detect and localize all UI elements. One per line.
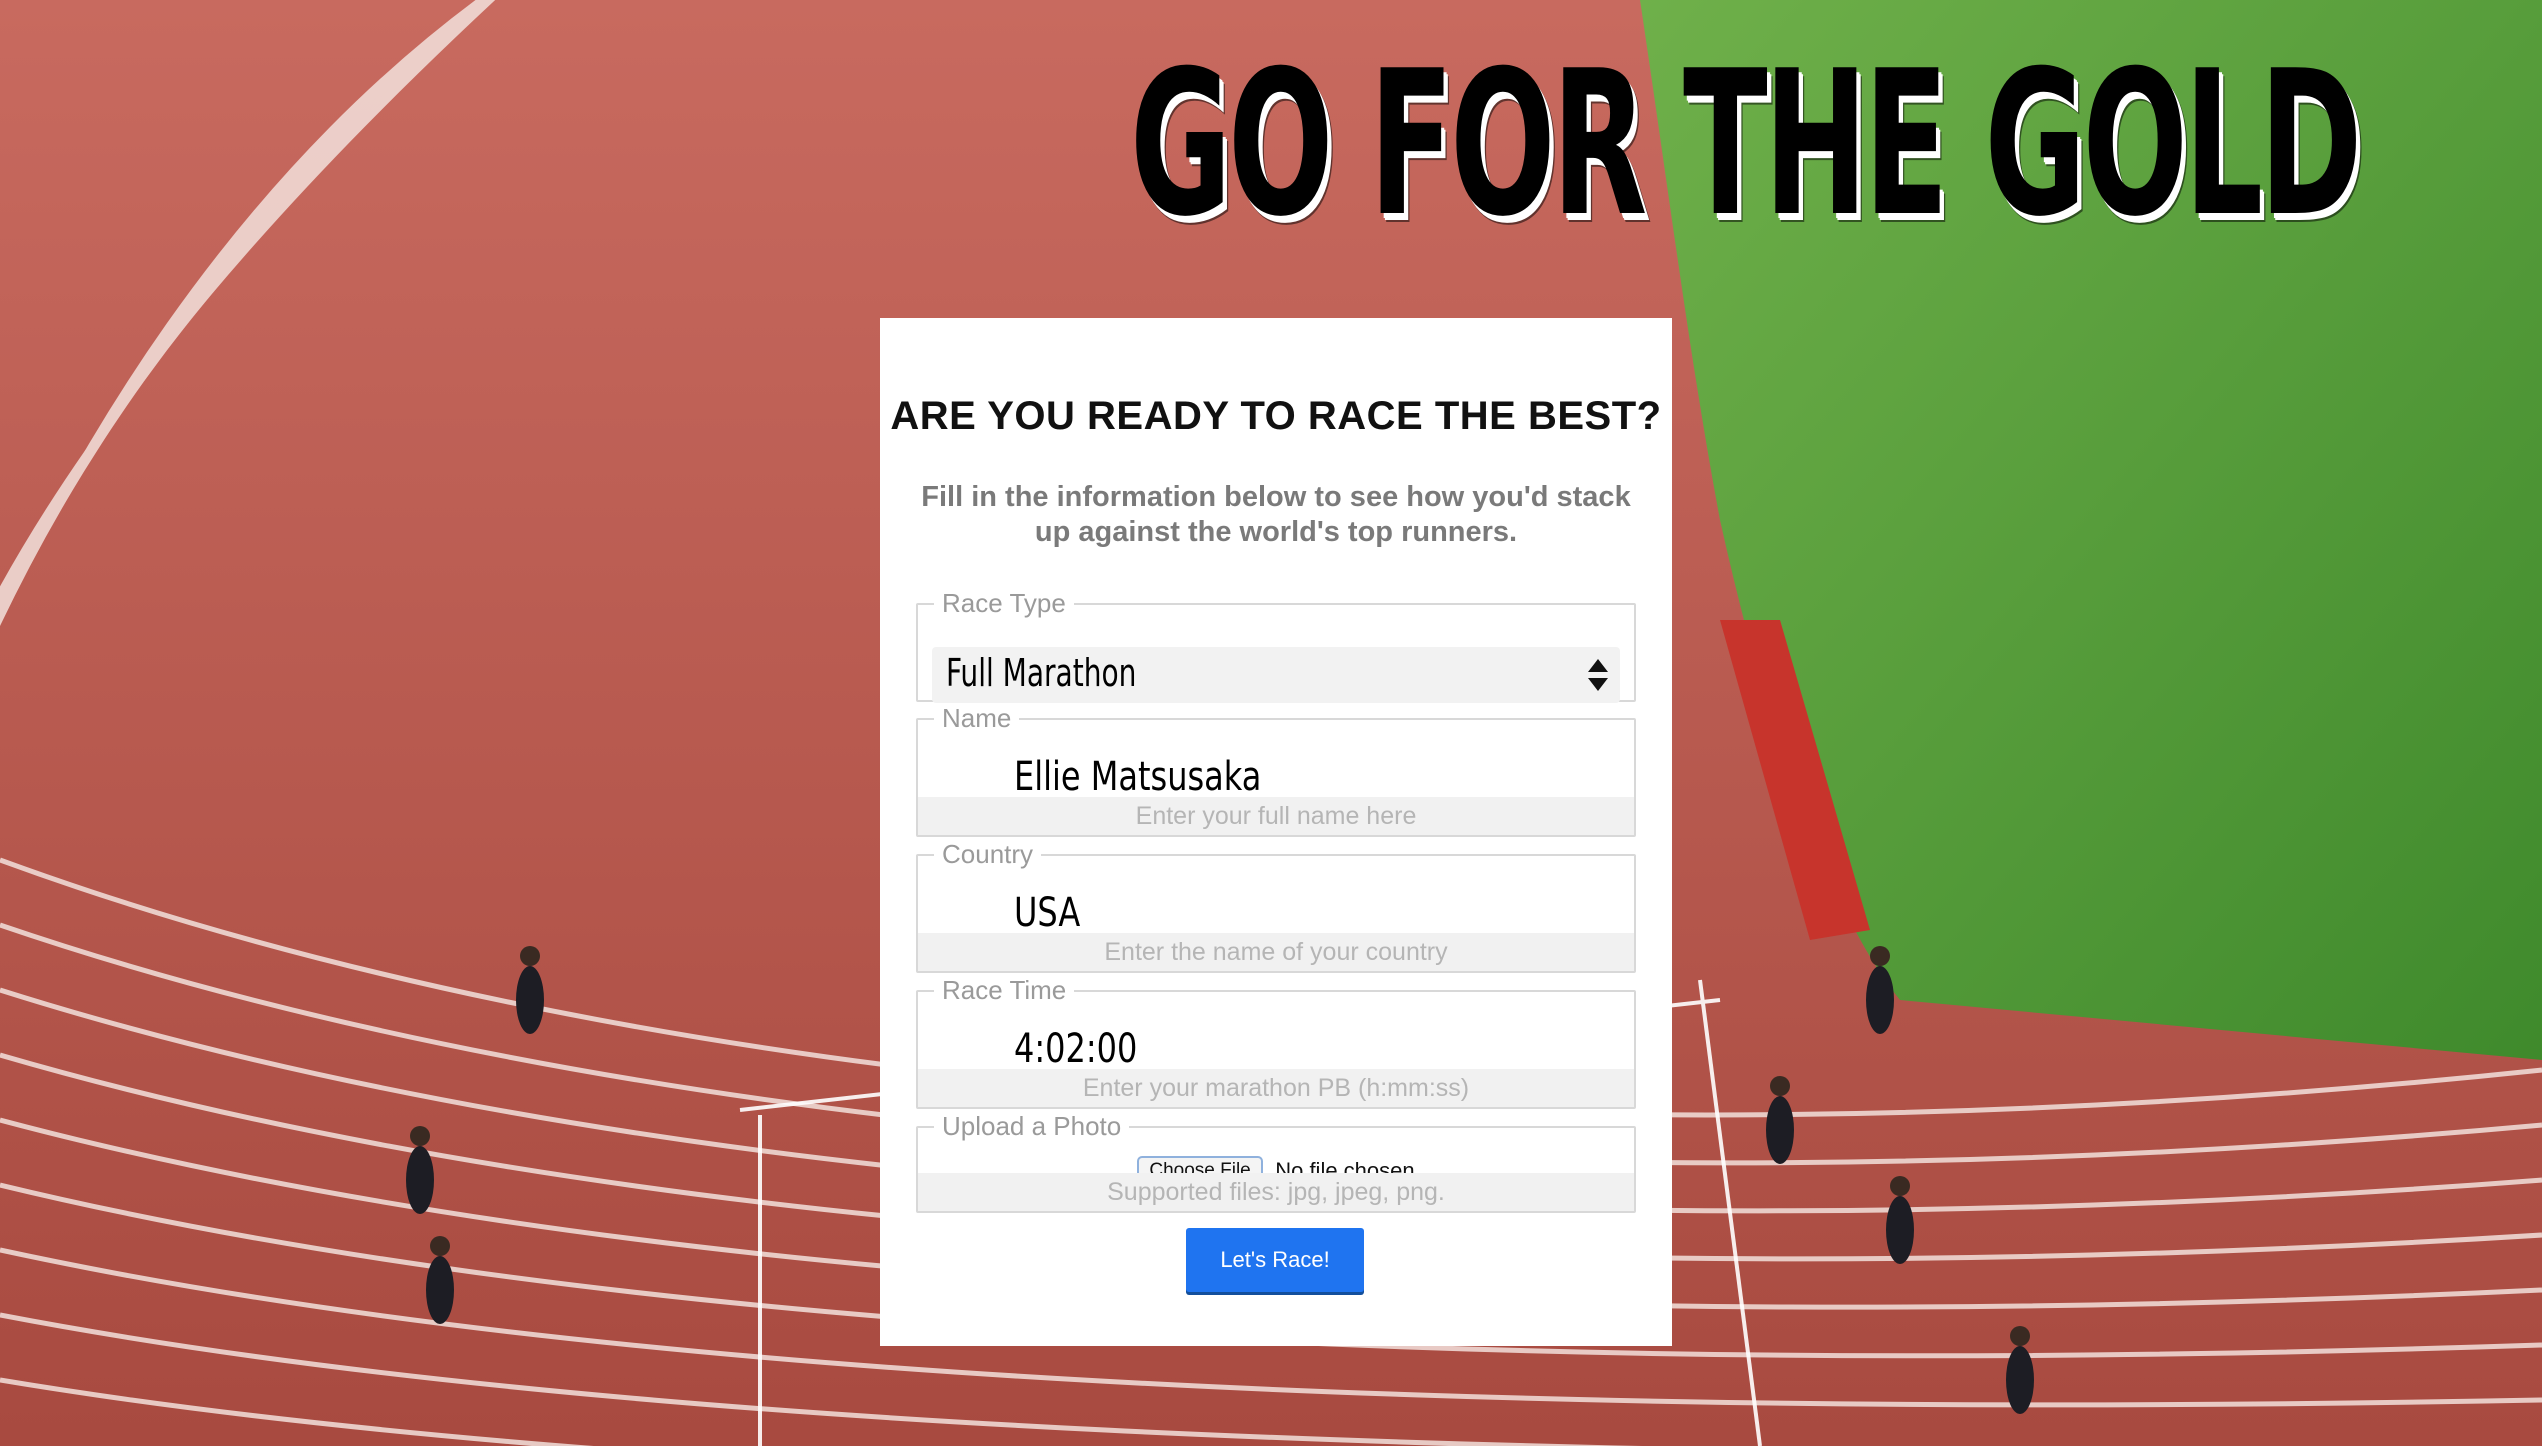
form-subtitle: Fill in the information below to see how… (921, 481, 1631, 548)
race-type-fieldset: Race Type Full Marathon (916, 588, 1636, 703)
country-fieldset: Country USA (916, 839, 1636, 973)
name-legend: Name (942, 703, 1012, 733)
hero-headline: GO FOR THE GOLD (1130, 28, 2362, 261)
race-time-value[interactable]: 4:02:00 (1014, 1026, 1137, 1072)
lets-race-button[interactable]: Let's Race! (1186, 1228, 1364, 1292)
country-input-strip (918, 933, 1634, 972)
name-input[interactable] (918, 797, 1634, 836)
country-value[interactable]: USA (1014, 890, 1080, 936)
race-time-fieldset: Race Time 4:02:00 (916, 975, 1636, 1109)
race-time-input[interactable] (918, 1069, 1634, 1108)
name-fieldset: Name Ellie Matsusaka (916, 703, 1636, 837)
supported-files-hint: Supported files: jpg, jpeg, png. (918, 1173, 1634, 1211)
name-value[interactable]: Ellie Matsusaka (1014, 754, 1261, 800)
photo-upload-legend: Upload a Photo (942, 1111, 1122, 1141)
race-type-selected-value: Full Marathon (946, 651, 1137, 695)
up-down-arrows-icon (1588, 659, 1608, 691)
country-input[interactable] (918, 933, 1634, 972)
race-type-select[interactable]: Full Marathon (932, 647, 1620, 703)
country-legend: Country (942, 839, 1034, 869)
race-time-legend: Race Time (942, 975, 1067, 1005)
race-time-input-strip (918, 1069, 1634, 1108)
name-input-strip (918, 797, 1634, 836)
race-type-legend: Race Type (942, 588, 1066, 618)
form-title: ARE YOU READY TO RACE THE BEST? (890, 394, 1662, 438)
photo-upload-fieldset: Upload a Photo Choose File No file chose… (916, 1111, 1636, 1213)
signup-form-card: ARE YOU READY TO RACE THE BEST? Fill in … (880, 318, 1672, 1346)
